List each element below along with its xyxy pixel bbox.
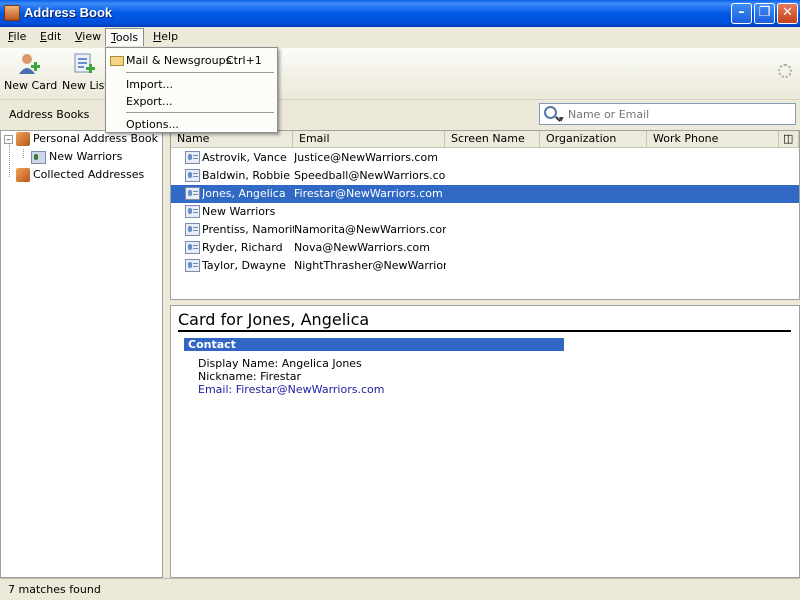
search-dropdown-icon[interactable]: ▼ bbox=[559, 116, 564, 123]
nickname: Nickname: Firestar bbox=[198, 370, 302, 383]
tree-item-personal[interactable]: – Personal Address Book bbox=[4, 131, 158, 149]
search-icon[interactable] bbox=[544, 106, 557, 119]
contact-card-icon bbox=[185, 169, 200, 182]
table-row[interactable]: Prentiss, Namorita Namorita@NewWarriors.… bbox=[171, 221, 799, 239]
tools-menu: Mail & Newsgroups Ctrl+1 Import... Expor… bbox=[105, 47, 278, 133]
new-card-icon bbox=[17, 52, 41, 76]
minimize-button[interactable]: – bbox=[731, 3, 752, 24]
table-row[interactable]: Baldwin, Robbie Speedball@NewWarriors.co… bbox=[171, 167, 799, 185]
table-row[interactable]: New Warriors bbox=[171, 203, 799, 221]
mail-shortcut: Ctrl+1 bbox=[226, 54, 262, 67]
menu-separator bbox=[126, 112, 274, 113]
column-picker-icon[interactable]: ◫ bbox=[779, 131, 799, 148]
col-work-phone[interactable]: Work Phone bbox=[647, 131, 779, 148]
menu-item-options[interactable]: Options... bbox=[126, 118, 179, 131]
address-book-icon bbox=[16, 168, 30, 182]
table-row-selected[interactable]: Jones, Angelica Firestar@NewWarriors.com bbox=[171, 185, 799, 203]
table-row[interactable]: Astrovik, Vance Justice@NewWarriors.com bbox=[171, 149, 799, 167]
status-bar: 7 matches found bbox=[0, 578, 800, 600]
menu-item-import[interactable]: Import... bbox=[126, 78, 173, 91]
collapse-icon[interactable]: – bbox=[4, 134, 13, 144]
throbber-icon bbox=[778, 64, 792, 78]
vertical-splitter[interactable] bbox=[163, 130, 170, 578]
window-title: Address Book bbox=[24, 5, 113, 20]
tree-line bbox=[23, 149, 24, 158]
card-title: Card for Jones, Angelica bbox=[178, 310, 791, 332]
tree-item-new-warriors[interactable]: New Warriors bbox=[31, 149, 122, 167]
mailing-list-icon bbox=[185, 205, 200, 218]
email-link[interactable]: Email: Firestar@NewWarriors.com bbox=[198, 383, 384, 396]
new-list-button[interactable]: New List bbox=[62, 52, 109, 92]
menu-help[interactable]: Help bbox=[150, 30, 181, 43]
new-list-icon bbox=[72, 52, 96, 76]
new-card-button[interactable]: New Card bbox=[4, 52, 57, 92]
menu-separator bbox=[126, 72, 274, 73]
table-row[interactable]: Taylor, Dwayne NightThrasher@NewWarrior… bbox=[171, 257, 799, 275]
menu-tools[interactable]: Tools bbox=[105, 28, 145, 46]
display-name: Display Name: Angelica Jones bbox=[198, 357, 362, 370]
status-text: 7 matches found bbox=[8, 583, 101, 596]
contact-card-icon bbox=[185, 241, 200, 254]
search-box[interactable]: ▼ bbox=[539, 103, 796, 125]
menu-item-mail-newsgroups[interactable]: Mail & Newsgroups bbox=[126, 54, 231, 67]
col-name[interactable]: Name bbox=[171, 131, 293, 148]
mail-icon bbox=[110, 56, 124, 66]
close-button[interactable]: ✕ bbox=[777, 3, 798, 24]
col-organization[interactable]: Organization bbox=[540, 131, 647, 148]
address-book-icon bbox=[4, 5, 20, 21]
menu-bar: File Edit View Tools Help bbox=[0, 27, 800, 48]
address-book-icon bbox=[16, 132, 30, 146]
contact-card-icon bbox=[185, 187, 200, 200]
contact-section-header: Contact bbox=[184, 338, 564, 351]
address-books-header: Address Books bbox=[9, 108, 90, 121]
maximize-button[interactable]: ❐ bbox=[754, 3, 775, 24]
menu-view[interactable]: View bbox=[72, 30, 104, 43]
search-input[interactable] bbox=[568, 106, 788, 122]
menu-file[interactable]: File bbox=[5, 30, 29, 43]
menu-item-export[interactable]: Export... bbox=[126, 95, 173, 108]
menu-edit[interactable]: Edit bbox=[37, 30, 64, 43]
contact-card-icon bbox=[185, 151, 200, 164]
col-screen-name[interactable]: Screen Name bbox=[445, 131, 540, 148]
address-book-tree: – Personal Address Book New Warriors Coll… bbox=[0, 130, 163, 578]
contact-card-icon bbox=[185, 223, 200, 236]
mailing-list-icon bbox=[31, 150, 46, 164]
tree-line bbox=[9, 145, 10, 177]
card-view: Card for Jones, Angelica Contact Display… bbox=[170, 305, 800, 578]
contact-card-icon bbox=[185, 259, 200, 272]
title-bar[interactable]: Address Book – ❐ ✕ bbox=[0, 0, 800, 27]
results-list: Name Email Screen Name Organization Work… bbox=[170, 130, 800, 300]
tree-item-collected[interactable]: Collected Addresses bbox=[16, 167, 144, 185]
table-row[interactable]: Ryder, Richard Nova@NewWarriors.com bbox=[171, 239, 799, 257]
col-email[interactable]: Email bbox=[293, 131, 445, 148]
